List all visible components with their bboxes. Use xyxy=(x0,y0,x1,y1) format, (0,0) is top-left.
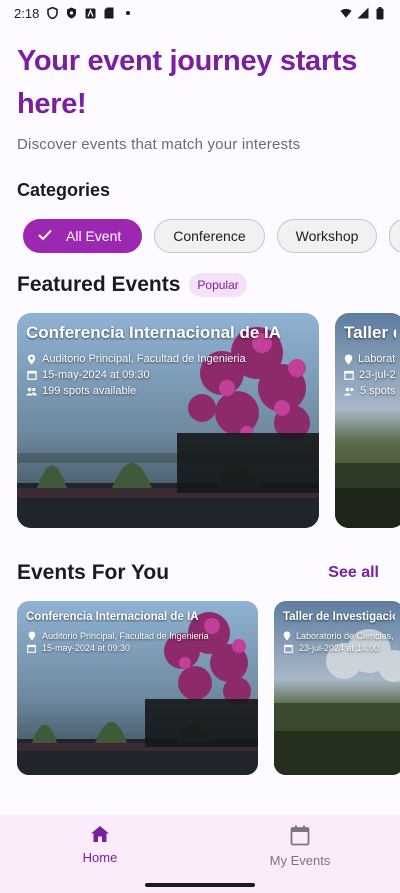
a-badge-icon xyxy=(84,7,96,19)
card-title: Taller de Investigación xyxy=(283,611,395,623)
chip-workshop[interactable]: Workshop xyxy=(276,219,378,253)
status-time: 2:18 xyxy=(14,5,40,21)
chip-more[interactable] xyxy=(389,219,400,253)
page-title: Your event journey starts here! xyxy=(17,45,358,120)
location-pin-icon xyxy=(26,354,37,365)
popular-badge: Popular xyxy=(189,273,247,297)
card-date: 15-may-2024 at 09:30 xyxy=(42,369,150,381)
gesture-handle[interactable] xyxy=(145,883,255,887)
card-spots: 5 spots xyxy=(360,385,396,397)
page-subtitle: Discover events that match your interest… xyxy=(17,136,301,153)
card-title: Taller d xyxy=(344,323,396,342)
people-icon xyxy=(344,387,355,396)
play-protect-icon xyxy=(65,7,77,19)
chip-label: Workshop xyxy=(295,228,359,244)
signal-icon xyxy=(357,7,369,19)
event-card[interactable]: Conferencia Internacional de IA Auditori… xyxy=(17,601,258,775)
calendar-icon xyxy=(344,370,354,380)
card-title: Conferencia Internacional de IA xyxy=(26,323,282,342)
category-chips[interactable]: All Event Conference Workshop xyxy=(0,219,400,253)
card-date: 23-jul-20 xyxy=(359,369,396,381)
card-location: Auditorio Principal, Facultad de Ingenie… xyxy=(42,353,246,365)
chip-label: All Event xyxy=(66,228,122,244)
card-title: Conferencia Internacional de IA xyxy=(26,611,199,623)
check-icon xyxy=(38,229,56,244)
featured-carousel[interactable]: Conferencia Internacional de IA Auditori… xyxy=(0,313,400,528)
card-location: Laborato xyxy=(358,353,396,365)
card-spots: 199 spots available xyxy=(42,385,137,397)
nav-label: My Events xyxy=(269,853,331,868)
status-bar: 2:18 xyxy=(0,0,400,26)
nav-home[interactable]: Home xyxy=(0,815,200,893)
shield-icon xyxy=(46,7,58,19)
bottom-navigation: Home My Events xyxy=(0,815,400,893)
featured-event-card[interactable]: Taller d Laborato 23-jul-20 5 spots xyxy=(335,313,400,528)
nav-my-events[interactable]: My Events xyxy=(200,815,400,893)
card-location: Auditorio Principal, Facultad de Ingenie… xyxy=(42,631,209,641)
featured-event-card[interactable]: Conferencia Internacional de IA Auditori… xyxy=(17,313,319,528)
home-icon xyxy=(90,825,110,846)
battery-icon xyxy=(374,6,386,19)
events-for-you-carousel[interactable]: Conferencia Internacional de IA Auditori… xyxy=(0,601,400,775)
sd-card-icon xyxy=(103,7,115,19)
location-pin-icon xyxy=(283,631,291,641)
calendar-icon xyxy=(290,825,310,849)
card-date: 15-may-2024 at 09:30 xyxy=(42,643,131,653)
location-pin-icon xyxy=(26,631,37,641)
calendar-icon xyxy=(26,370,37,380)
featured-heading: Featured Events xyxy=(17,273,181,296)
home-screen[interactable]: Your event journey starts here! Discover… xyxy=(0,40,400,810)
dot-icon xyxy=(122,7,134,19)
nav-label: Home xyxy=(82,850,118,865)
chip-label: Conference xyxy=(173,228,246,244)
calendar-icon xyxy=(283,644,294,653)
chip-all-event[interactable]: All Event xyxy=(23,219,143,253)
categories-heading: Categories xyxy=(17,180,111,200)
chip-conference[interactable]: Conference xyxy=(154,219,265,253)
events-for-you-heading: Events For You xyxy=(17,561,170,584)
location-pin-icon xyxy=(344,354,353,365)
people-icon xyxy=(26,387,37,396)
card-date: 23-jul-2024 at 14:00 xyxy=(299,643,380,653)
card-location: Laboratorio de Ciencias, Ed xyxy=(296,631,395,641)
see-all-link[interactable]: See all xyxy=(328,564,379,582)
calendar-icon xyxy=(26,644,37,653)
event-card[interactable]: Taller de Investigación Laboratorio de C… xyxy=(274,601,400,775)
wifi-icon xyxy=(340,7,352,19)
